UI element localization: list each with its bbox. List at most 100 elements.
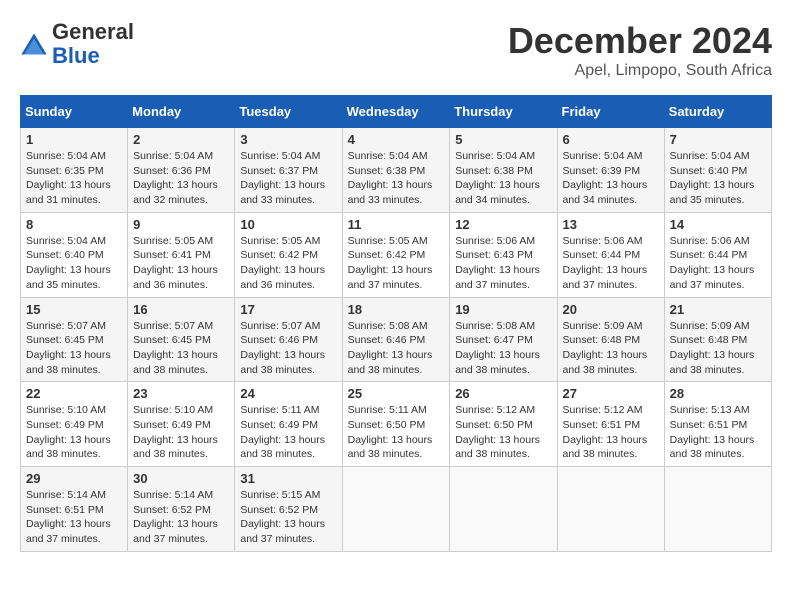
day-info: Sunrise: 5:04 AMSunset: 6:38 PMDaylight:… (348, 150, 433, 206)
day-number: 26 (455, 386, 551, 401)
calendar-cell: 22 Sunrise: 5:10 AMSunset: 6:49 PMDaylig… (21, 382, 128, 467)
week-row-2: 8 Sunrise: 5:04 AMSunset: 6:40 PMDayligh… (21, 212, 772, 297)
week-row-3: 15 Sunrise: 5:07 AMSunset: 6:45 PMDaylig… (21, 297, 772, 382)
day-info: Sunrise: 5:14 AMSunset: 6:52 PMDaylight:… (133, 489, 218, 545)
day-number: 22 (26, 386, 122, 401)
day-info: Sunrise: 5:08 AMSunset: 6:47 PMDaylight:… (455, 320, 540, 376)
calendar-cell: 21 Sunrise: 5:09 AMSunset: 6:48 PMDaylig… (664, 297, 771, 382)
page-header: General Blue December 2024 Apel, Limpopo… (20, 20, 772, 80)
day-number: 8 (26, 217, 122, 232)
day-info: Sunrise: 5:06 AMSunset: 6:44 PMDaylight:… (670, 235, 755, 291)
day-number: 15 (26, 302, 122, 317)
day-number: 11 (348, 217, 445, 232)
calendar-cell: 17 Sunrise: 5:07 AMSunset: 6:46 PMDaylig… (235, 297, 342, 382)
calendar-cell: 20 Sunrise: 5:09 AMSunset: 6:48 PMDaylig… (557, 297, 664, 382)
location-title: Apel, Limpopo, South Africa (508, 62, 772, 80)
day-number: 17 (240, 302, 336, 317)
day-number: 18 (348, 302, 445, 317)
calendar-table: SundayMondayTuesdayWednesdayThursdayFrid… (20, 95, 772, 552)
day-number: 4 (348, 132, 445, 147)
calendar-cell: 2 Sunrise: 5:04 AMSunset: 6:36 PMDayligh… (128, 128, 235, 213)
week-row-4: 22 Sunrise: 5:10 AMSunset: 6:49 PMDaylig… (21, 382, 772, 467)
calendar-cell: 10 Sunrise: 5:05 AMSunset: 6:42 PMDaylig… (235, 212, 342, 297)
calendar-cell: 30 Sunrise: 5:14 AMSunset: 6:52 PMDaylig… (128, 467, 235, 552)
day-info: Sunrise: 5:05 AMSunset: 6:42 PMDaylight:… (348, 235, 433, 291)
calendar-cell: 19 Sunrise: 5:08 AMSunset: 6:47 PMDaylig… (450, 297, 557, 382)
calendar-cell: 24 Sunrise: 5:11 AMSunset: 6:49 PMDaylig… (235, 382, 342, 467)
day-info: Sunrise: 5:06 AMSunset: 6:43 PMDaylight:… (455, 235, 540, 291)
day-info: Sunrise: 5:05 AMSunset: 6:41 PMDaylight:… (133, 235, 218, 291)
calendar-body: 1 Sunrise: 5:04 AMSunset: 6:35 PMDayligh… (21, 128, 772, 552)
calendar-header: SundayMondayTuesdayWednesdayThursdayFrid… (21, 96, 772, 128)
day-number: 31 (240, 471, 336, 486)
calendar-cell: 3 Sunrise: 5:04 AMSunset: 6:37 PMDayligh… (235, 128, 342, 213)
day-number: 28 (670, 386, 766, 401)
calendar-cell: 12 Sunrise: 5:06 AMSunset: 6:43 PMDaylig… (450, 212, 557, 297)
day-number: 7 (670, 132, 766, 147)
day-info: Sunrise: 5:10 AMSunset: 6:49 PMDaylight:… (133, 404, 218, 460)
calendar-cell (664, 467, 771, 552)
day-info: Sunrise: 5:04 AMSunset: 6:39 PMDaylight:… (563, 150, 648, 206)
header-cell-thursday: Thursday (450, 96, 557, 128)
header-cell-saturday: Saturday (664, 96, 771, 128)
calendar-cell: 7 Sunrise: 5:04 AMSunset: 6:40 PMDayligh… (664, 128, 771, 213)
day-number: 29 (26, 471, 122, 486)
calendar-cell: 26 Sunrise: 5:12 AMSunset: 6:50 PMDaylig… (450, 382, 557, 467)
calendar-cell: 15 Sunrise: 5:07 AMSunset: 6:45 PMDaylig… (21, 297, 128, 382)
day-info: Sunrise: 5:04 AMSunset: 6:35 PMDaylight:… (26, 150, 111, 206)
day-info: Sunrise: 5:14 AMSunset: 6:51 PMDaylight:… (26, 489, 111, 545)
day-number: 6 (563, 132, 659, 147)
day-number: 23 (133, 386, 229, 401)
header-cell-monday: Monday (128, 96, 235, 128)
calendar-cell: 6 Sunrise: 5:04 AMSunset: 6:39 PMDayligh… (557, 128, 664, 213)
logo: General Blue (20, 20, 134, 68)
day-info: Sunrise: 5:05 AMSunset: 6:42 PMDaylight:… (240, 235, 325, 291)
title-area: December 2024 Apel, Limpopo, South Afric… (508, 20, 772, 80)
calendar-cell: 23 Sunrise: 5:10 AMSunset: 6:49 PMDaylig… (128, 382, 235, 467)
day-number: 20 (563, 302, 659, 317)
day-number: 21 (670, 302, 766, 317)
day-info: Sunrise: 5:08 AMSunset: 6:46 PMDaylight:… (348, 320, 433, 376)
header-cell-wednesday: Wednesday (342, 96, 450, 128)
day-info: Sunrise: 5:04 AMSunset: 6:40 PMDaylight:… (26, 235, 111, 291)
calendar-cell: 29 Sunrise: 5:14 AMSunset: 6:51 PMDaylig… (21, 467, 128, 552)
calendar-cell: 14 Sunrise: 5:06 AMSunset: 6:44 PMDaylig… (664, 212, 771, 297)
day-number: 27 (563, 386, 659, 401)
calendar-cell: 5 Sunrise: 5:04 AMSunset: 6:38 PMDayligh… (450, 128, 557, 213)
calendar-cell: 9 Sunrise: 5:05 AMSunset: 6:41 PMDayligh… (128, 212, 235, 297)
day-number: 19 (455, 302, 551, 317)
logo-icon (20, 30, 48, 58)
day-info: Sunrise: 5:09 AMSunset: 6:48 PMDaylight:… (563, 320, 648, 376)
day-info: Sunrise: 5:11 AMSunset: 6:50 PMDaylight:… (348, 404, 433, 460)
day-info: Sunrise: 5:13 AMSunset: 6:51 PMDaylight:… (670, 404, 755, 460)
day-info: Sunrise: 5:04 AMSunset: 6:38 PMDaylight:… (455, 150, 540, 206)
calendar-cell: 16 Sunrise: 5:07 AMSunset: 6:45 PMDaylig… (128, 297, 235, 382)
day-info: Sunrise: 5:04 AMSunset: 6:40 PMDaylight:… (670, 150, 755, 206)
day-info: Sunrise: 5:07 AMSunset: 6:46 PMDaylight:… (240, 320, 325, 376)
calendar-cell (450, 467, 557, 552)
day-number: 1 (26, 132, 122, 147)
header-row: SundayMondayTuesdayWednesdayThursdayFrid… (21, 96, 772, 128)
day-number: 13 (563, 217, 659, 232)
day-number: 16 (133, 302, 229, 317)
calendar-cell: 28 Sunrise: 5:13 AMSunset: 6:51 PMDaylig… (664, 382, 771, 467)
day-info: Sunrise: 5:04 AMSunset: 6:36 PMDaylight:… (133, 150, 218, 206)
day-info: Sunrise: 5:15 AMSunset: 6:52 PMDaylight:… (240, 489, 325, 545)
week-row-5: 29 Sunrise: 5:14 AMSunset: 6:51 PMDaylig… (21, 467, 772, 552)
day-number: 2 (133, 132, 229, 147)
header-cell-tuesday: Tuesday (235, 96, 342, 128)
calendar-cell: 11 Sunrise: 5:05 AMSunset: 6:42 PMDaylig… (342, 212, 450, 297)
day-number: 14 (670, 217, 766, 232)
day-number: 9 (133, 217, 229, 232)
day-info: Sunrise: 5:11 AMSunset: 6:49 PMDaylight:… (240, 404, 325, 460)
day-number: 25 (348, 386, 445, 401)
calendar-cell: 31 Sunrise: 5:15 AMSunset: 6:52 PMDaylig… (235, 467, 342, 552)
day-info: Sunrise: 5:12 AMSunset: 6:50 PMDaylight:… (455, 404, 540, 460)
calendar-cell: 25 Sunrise: 5:11 AMSunset: 6:50 PMDaylig… (342, 382, 450, 467)
calendar-cell (342, 467, 450, 552)
calendar-cell: 13 Sunrise: 5:06 AMSunset: 6:44 PMDaylig… (557, 212, 664, 297)
calendar-cell: 18 Sunrise: 5:08 AMSunset: 6:46 PMDaylig… (342, 297, 450, 382)
day-number: 30 (133, 471, 229, 486)
day-number: 5 (455, 132, 551, 147)
day-info: Sunrise: 5:04 AMSunset: 6:37 PMDaylight:… (240, 150, 325, 206)
